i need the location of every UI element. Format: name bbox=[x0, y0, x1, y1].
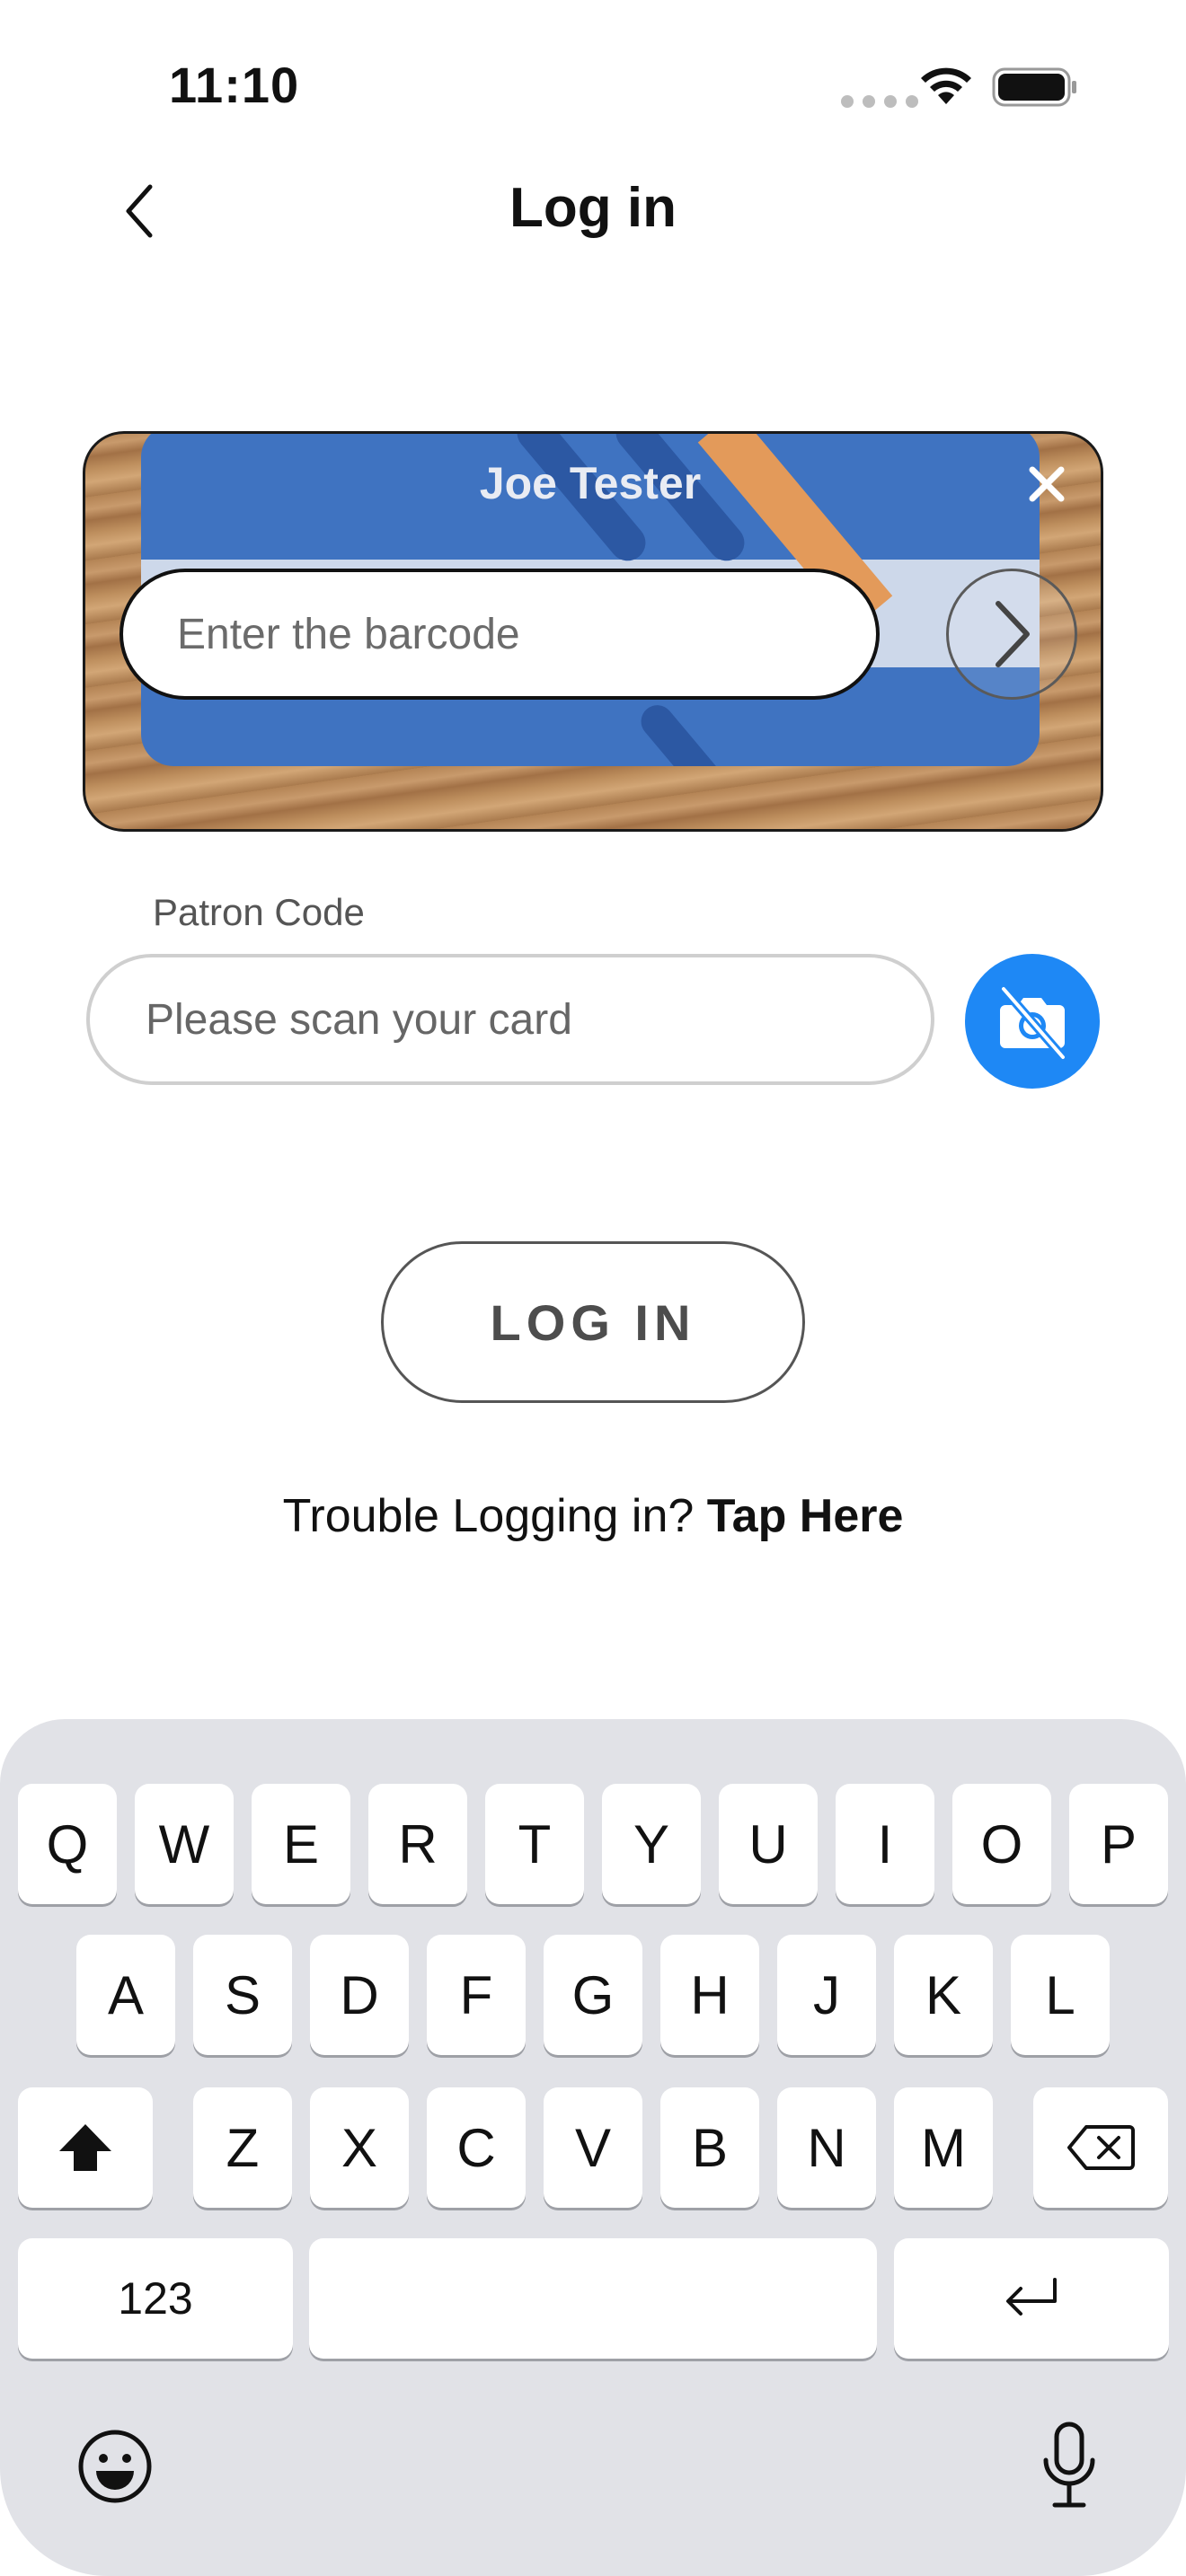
space-key[interactable] bbox=[309, 2238, 877, 2359]
cellular-signal-icon bbox=[841, 95, 918, 108]
key-r[interactable]: R bbox=[368, 1784, 467, 1904]
key-o[interactable]: O bbox=[952, 1784, 1051, 1904]
login-button[interactable]: LOG IN bbox=[381, 1241, 805, 1403]
card-holder-name: Joe Tester bbox=[479, 458, 702, 508]
key-c[interactable]: C bbox=[427, 2087, 526, 2208]
delete-icon bbox=[1067, 2125, 1135, 2170]
emoji-button[interactable] bbox=[72, 2423, 158, 2510]
key-v[interactable]: V bbox=[544, 2087, 642, 2208]
status-time: 11:10 bbox=[169, 57, 300, 113]
key-g[interactable]: G bbox=[544, 1935, 642, 2055]
key-i[interactable]: I bbox=[836, 1784, 934, 1904]
key-w[interactable]: W bbox=[135, 1784, 234, 1904]
camera-toggle-button[interactable] bbox=[965, 954, 1100, 1089]
close-scanner-button[interactable] bbox=[1020, 457, 1074, 511]
key-j[interactable]: J bbox=[777, 1935, 876, 2055]
key-e[interactable]: E bbox=[252, 1784, 350, 1904]
close-icon bbox=[1029, 466, 1065, 502]
battery-icon bbox=[992, 67, 1076, 107]
key-y[interactable]: Y bbox=[602, 1784, 701, 1904]
key-u[interactable]: U bbox=[719, 1784, 818, 1904]
key-a[interactable]: A bbox=[76, 1935, 175, 2055]
wifi-icon bbox=[921, 67, 971, 104]
key-k[interactable]: K bbox=[894, 1935, 993, 2055]
key-x[interactable]: X bbox=[310, 2087, 409, 2208]
barcode-submit-button[interactable] bbox=[946, 569, 1077, 700]
key-l[interactable]: L bbox=[1011, 1935, 1110, 2055]
shift-key[interactable] bbox=[18, 2087, 153, 2208]
key-b[interactable]: B bbox=[660, 2087, 759, 2208]
key-m[interactable]: M bbox=[894, 2087, 993, 2208]
microphone-icon bbox=[1043, 2422, 1095, 2508]
key-p[interactable]: P bbox=[1069, 1784, 1168, 1904]
key-h[interactable]: H bbox=[660, 1935, 759, 2055]
delete-key[interactable] bbox=[1033, 2087, 1168, 2208]
patron-code-input[interactable] bbox=[86, 954, 934, 1085]
on-screen-keyboard: Q W E R T Y U I O P A S D F G H J K L Z … bbox=[0, 1719, 1186, 2576]
page-title: Log in bbox=[509, 177, 677, 239]
barcode-scanner-view: Joe Tester bbox=[83, 431, 1103, 832]
trouble-logging-in: Trouble Logging in? Tap Here bbox=[0, 1489, 1186, 1543]
numbers-key[interactable]: 123 bbox=[18, 2238, 293, 2359]
key-f[interactable]: F bbox=[427, 1935, 526, 2055]
dictation-button[interactable] bbox=[1026, 2416, 1112, 2515]
return-icon bbox=[1006, 2278, 1057, 2316]
key-t[interactable]: T bbox=[485, 1784, 584, 1904]
key-q[interactable]: Q bbox=[18, 1784, 117, 1904]
return-key[interactable] bbox=[894, 2238, 1169, 2359]
key-s[interactable]: S bbox=[193, 1935, 292, 2055]
key-d[interactable]: D bbox=[310, 1935, 409, 2055]
patron-code-label: Patron Code bbox=[153, 891, 365, 933]
chevron-right-icon bbox=[996, 601, 1030, 667]
shift-icon bbox=[59, 2124, 111, 2171]
key-n[interactable]: N bbox=[777, 2087, 876, 2208]
barcode-input[interactable] bbox=[119, 569, 880, 700]
trouble-text: Trouble Logging in? bbox=[282, 1490, 695, 1542]
emoji-icon bbox=[78, 2430, 152, 2503]
camera-off-icon bbox=[999, 984, 1067, 1062]
key-z[interactable]: Z bbox=[193, 2087, 292, 2208]
tap-here-link[interactable]: Tap Here bbox=[707, 1490, 904, 1542]
